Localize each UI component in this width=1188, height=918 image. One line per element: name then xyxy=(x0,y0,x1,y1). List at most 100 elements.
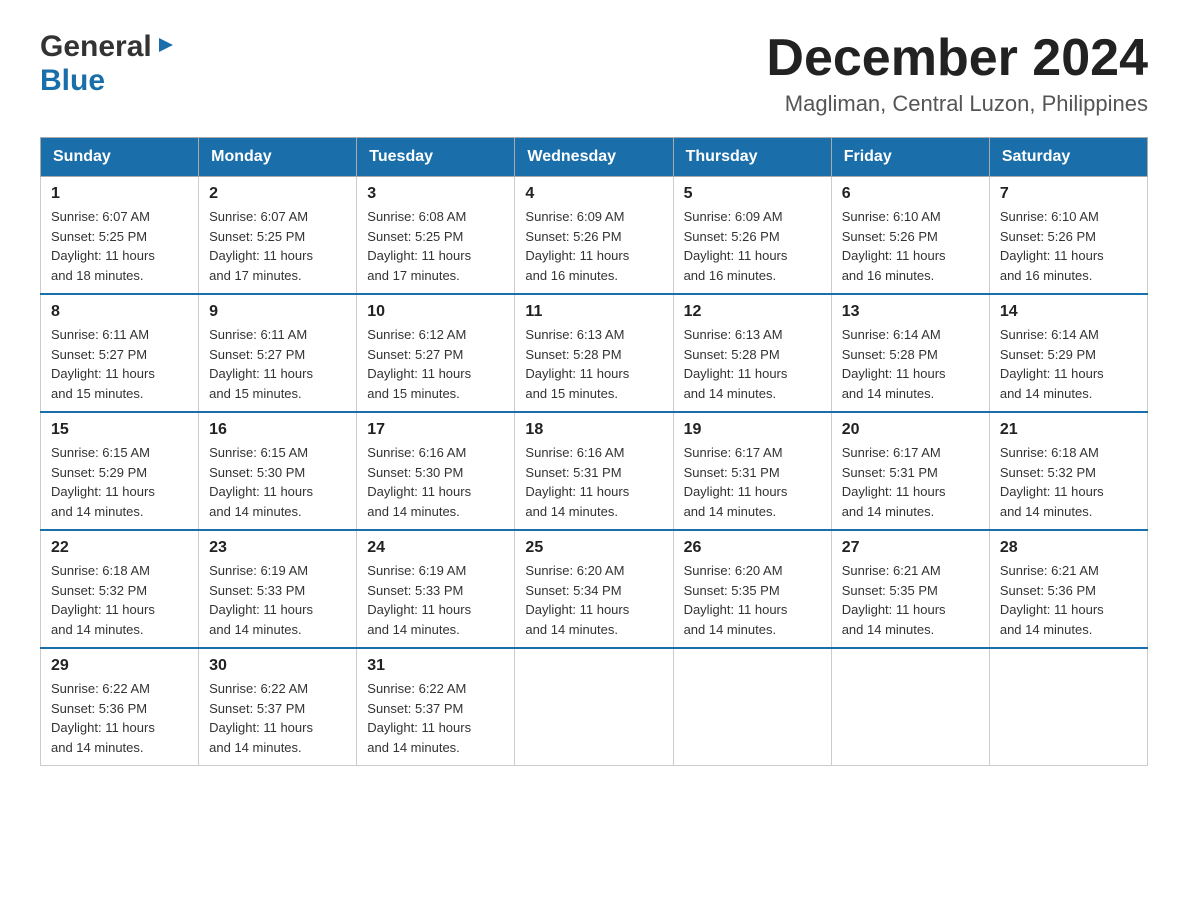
day-info: Sunrise: 6:07 AMSunset: 5:25 PMDaylight:… xyxy=(209,209,313,283)
calendar-cell: 25 Sunrise: 6:20 AMSunset: 5:34 PMDaylig… xyxy=(515,530,673,648)
day-header-thursday: Thursday xyxy=(673,138,831,177)
day-info: Sunrise: 6:13 AMSunset: 5:28 PMDaylight:… xyxy=(525,327,629,401)
calendar-cell: 12 Sunrise: 6:13 AMSunset: 5:28 PMDaylig… xyxy=(673,294,831,412)
calendar-cell: 29 Sunrise: 6:22 AMSunset: 5:36 PMDaylig… xyxy=(41,648,199,766)
day-info: Sunrise: 6:16 AMSunset: 5:31 PMDaylight:… xyxy=(525,445,629,519)
day-info: Sunrise: 6:21 AMSunset: 5:35 PMDaylight:… xyxy=(842,563,946,637)
day-info: Sunrise: 6:10 AMSunset: 5:26 PMDaylight:… xyxy=(842,209,946,283)
calendar-cell xyxy=(673,648,831,766)
calendar-cell: 17 Sunrise: 6:16 AMSunset: 5:30 PMDaylig… xyxy=(357,412,515,530)
day-number: 14 xyxy=(1000,303,1137,321)
calendar-cell: 19 Sunrise: 6:17 AMSunset: 5:31 PMDaylig… xyxy=(673,412,831,530)
day-info: Sunrise: 6:21 AMSunset: 5:36 PMDaylight:… xyxy=(1000,563,1104,637)
day-info: Sunrise: 6:22 AMSunset: 5:36 PMDaylight:… xyxy=(51,681,155,755)
calendar-cell: 18 Sunrise: 6:16 AMSunset: 5:31 PMDaylig… xyxy=(515,412,673,530)
day-number: 18 xyxy=(525,421,662,439)
title-section: December 2024 Magliman, Central Luzon, P… xyxy=(766,30,1148,117)
day-number: 6 xyxy=(842,185,979,203)
calendar-cell: 31 Sunrise: 6:22 AMSunset: 5:37 PMDaylig… xyxy=(357,648,515,766)
day-info: Sunrise: 6:09 AMSunset: 5:26 PMDaylight:… xyxy=(525,209,629,283)
day-number: 19 xyxy=(684,421,821,439)
day-info: Sunrise: 6:14 AMSunset: 5:29 PMDaylight:… xyxy=(1000,327,1104,401)
calendar-cell: 1 Sunrise: 6:07 AMSunset: 5:25 PMDayligh… xyxy=(41,177,199,295)
day-number: 11 xyxy=(525,303,662,321)
logo-blue-text: Blue xyxy=(40,64,105,98)
calendar-title: December 2024 xyxy=(766,30,1148,87)
calendar-table: SundayMondayTuesdayWednesdayThursdayFrid… xyxy=(40,137,1148,766)
calendar-week-row: 15 Sunrise: 6:15 AMSunset: 5:29 PMDaylig… xyxy=(41,412,1148,530)
day-number: 2 xyxy=(209,185,346,203)
day-info: Sunrise: 6:19 AMSunset: 5:33 PMDaylight:… xyxy=(209,563,313,637)
day-number: 21 xyxy=(1000,421,1137,439)
calendar-cell: 14 Sunrise: 6:14 AMSunset: 5:29 PMDaylig… xyxy=(989,294,1147,412)
day-header-sunday: Sunday xyxy=(41,138,199,177)
calendar-cell: 7 Sunrise: 6:10 AMSunset: 5:26 PMDayligh… xyxy=(989,177,1147,295)
day-number: 27 xyxy=(842,539,979,557)
day-number: 23 xyxy=(209,539,346,557)
day-info: Sunrise: 6:10 AMSunset: 5:26 PMDaylight:… xyxy=(1000,209,1104,283)
day-info: Sunrise: 6:20 AMSunset: 5:34 PMDaylight:… xyxy=(525,563,629,637)
day-info: Sunrise: 6:14 AMSunset: 5:28 PMDaylight:… xyxy=(842,327,946,401)
day-number: 10 xyxy=(367,303,504,321)
day-number: 30 xyxy=(209,657,346,675)
day-info: Sunrise: 6:11 AMSunset: 5:27 PMDaylight:… xyxy=(209,327,313,401)
day-header-wednesday: Wednesday xyxy=(515,138,673,177)
day-info: Sunrise: 6:20 AMSunset: 5:35 PMDaylight:… xyxy=(684,563,788,637)
calendar-cell: 9 Sunrise: 6:11 AMSunset: 5:27 PMDayligh… xyxy=(199,294,357,412)
day-number: 3 xyxy=(367,185,504,203)
day-number: 31 xyxy=(367,657,504,675)
calendar-cell: 27 Sunrise: 6:21 AMSunset: 5:35 PMDaylig… xyxy=(831,530,989,648)
day-info: Sunrise: 6:13 AMSunset: 5:28 PMDaylight:… xyxy=(684,327,788,401)
day-header-tuesday: Tuesday xyxy=(357,138,515,177)
day-info: Sunrise: 6:18 AMSunset: 5:32 PMDaylight:… xyxy=(51,563,155,637)
day-info: Sunrise: 6:11 AMSunset: 5:27 PMDaylight:… xyxy=(51,327,155,401)
calendar-cell: 6 Sunrise: 6:10 AMSunset: 5:26 PMDayligh… xyxy=(831,177,989,295)
calendar-cell xyxy=(831,648,989,766)
calendar-cell: 11 Sunrise: 6:13 AMSunset: 5:28 PMDaylig… xyxy=(515,294,673,412)
calendar-week-row: 22 Sunrise: 6:18 AMSunset: 5:32 PMDaylig… xyxy=(41,530,1148,648)
calendar-cell: 26 Sunrise: 6:20 AMSunset: 5:35 PMDaylig… xyxy=(673,530,831,648)
day-info: Sunrise: 6:15 AMSunset: 5:30 PMDaylight:… xyxy=(209,445,313,519)
day-info: Sunrise: 6:19 AMSunset: 5:33 PMDaylight:… xyxy=(367,563,471,637)
calendar-week-row: 1 Sunrise: 6:07 AMSunset: 5:25 PMDayligh… xyxy=(41,177,1148,295)
logo-arrow-icon xyxy=(155,34,177,61)
day-info: Sunrise: 6:07 AMSunset: 5:25 PMDaylight:… xyxy=(51,209,155,283)
calendar-cell: 21 Sunrise: 6:18 AMSunset: 5:32 PMDaylig… xyxy=(989,412,1147,530)
calendar-cell: 10 Sunrise: 6:12 AMSunset: 5:27 PMDaylig… xyxy=(357,294,515,412)
day-info: Sunrise: 6:16 AMSunset: 5:30 PMDaylight:… xyxy=(367,445,471,519)
day-info: Sunrise: 6:18 AMSunset: 5:32 PMDaylight:… xyxy=(1000,445,1104,519)
day-info: Sunrise: 6:22 AMSunset: 5:37 PMDaylight:… xyxy=(367,681,471,755)
day-info: Sunrise: 6:08 AMSunset: 5:25 PMDaylight:… xyxy=(367,209,471,283)
calendar-cell: 5 Sunrise: 6:09 AMSunset: 5:26 PMDayligh… xyxy=(673,177,831,295)
day-header-friday: Friday xyxy=(831,138,989,177)
calendar-cell xyxy=(515,648,673,766)
day-number: 20 xyxy=(842,421,979,439)
calendar-cell xyxy=(989,648,1147,766)
calendar-subtitle: Magliman, Central Luzon, Philippines xyxy=(766,91,1148,117)
day-number: 22 xyxy=(51,539,188,557)
day-number: 13 xyxy=(842,303,979,321)
day-header-monday: Monday xyxy=(199,138,357,177)
day-number: 12 xyxy=(684,303,821,321)
calendar-cell: 2 Sunrise: 6:07 AMSunset: 5:25 PMDayligh… xyxy=(199,177,357,295)
calendar-cell: 20 Sunrise: 6:17 AMSunset: 5:31 PMDaylig… xyxy=(831,412,989,530)
logo: General Blue xyxy=(40,30,177,98)
day-number: 28 xyxy=(1000,539,1137,557)
day-number: 15 xyxy=(51,421,188,439)
day-info: Sunrise: 6:17 AMSunset: 5:31 PMDaylight:… xyxy=(842,445,946,519)
day-number: 1 xyxy=(51,185,188,203)
calendar-week-row: 29 Sunrise: 6:22 AMSunset: 5:36 PMDaylig… xyxy=(41,648,1148,766)
day-number: 9 xyxy=(209,303,346,321)
day-number: 8 xyxy=(51,303,188,321)
page-header: General Blue December 2024 Magliman, Cen… xyxy=(40,30,1148,117)
day-info: Sunrise: 6:09 AMSunset: 5:26 PMDaylight:… xyxy=(684,209,788,283)
calendar-cell: 3 Sunrise: 6:08 AMSunset: 5:25 PMDayligh… xyxy=(357,177,515,295)
calendar-cell: 24 Sunrise: 6:19 AMSunset: 5:33 PMDaylig… xyxy=(357,530,515,648)
calendar-cell: 15 Sunrise: 6:15 AMSunset: 5:29 PMDaylig… xyxy=(41,412,199,530)
day-number: 29 xyxy=(51,657,188,675)
calendar-cell: 8 Sunrise: 6:11 AMSunset: 5:27 PMDayligh… xyxy=(41,294,199,412)
calendar-body: 1 Sunrise: 6:07 AMSunset: 5:25 PMDayligh… xyxy=(41,177,1148,766)
calendar-cell: 23 Sunrise: 6:19 AMSunset: 5:33 PMDaylig… xyxy=(199,530,357,648)
calendar-cell: 16 Sunrise: 6:15 AMSunset: 5:30 PMDaylig… xyxy=(199,412,357,530)
calendar-cell: 13 Sunrise: 6:14 AMSunset: 5:28 PMDaylig… xyxy=(831,294,989,412)
